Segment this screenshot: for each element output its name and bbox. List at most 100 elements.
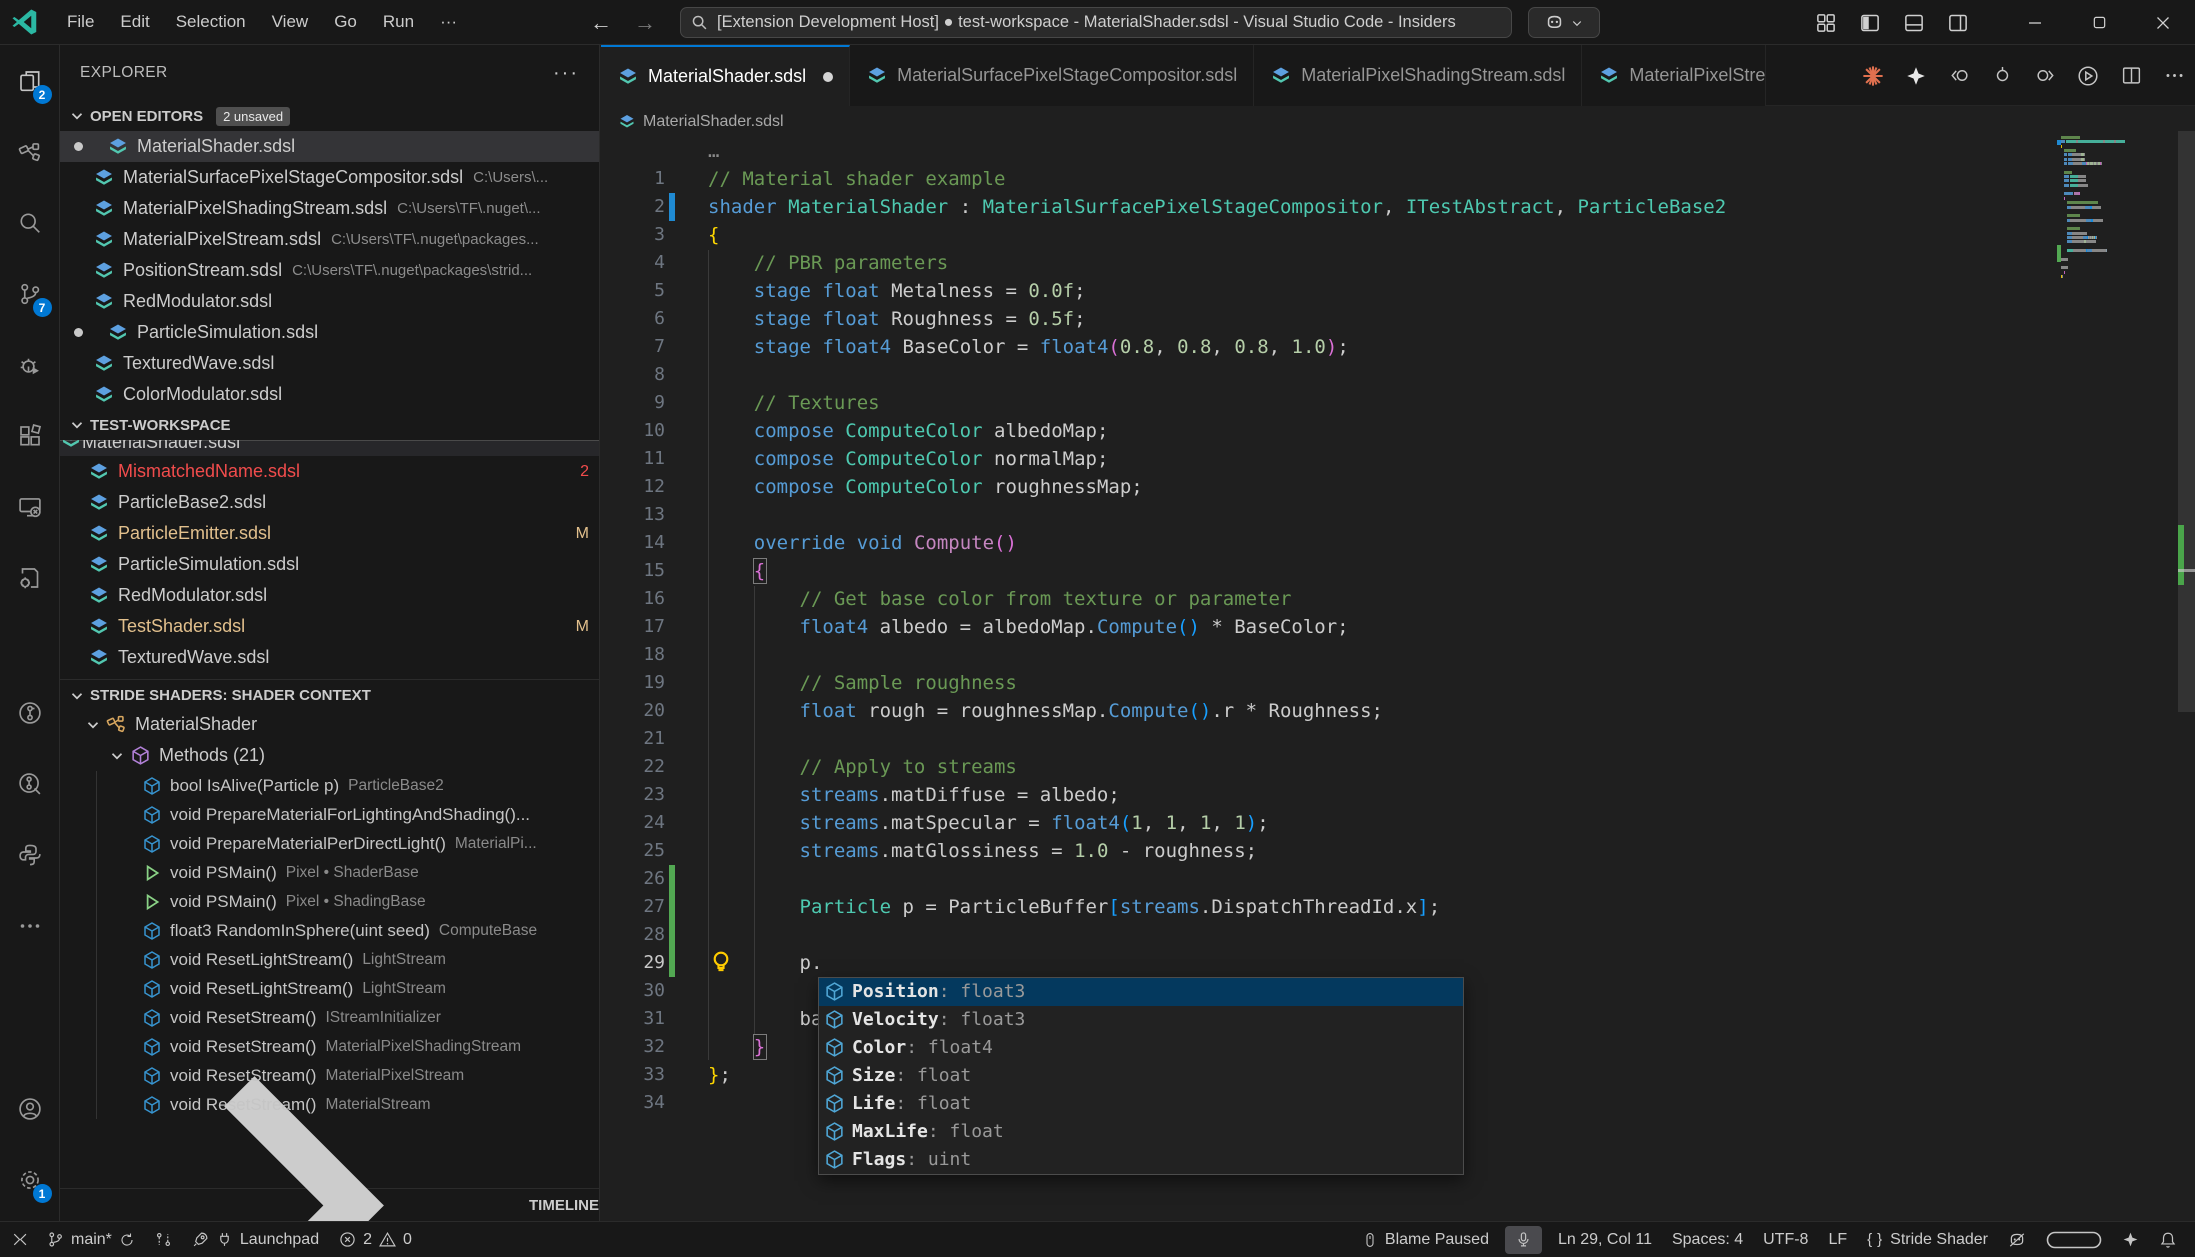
- activity-item-extensions[interactable]: [0, 400, 60, 471]
- open-editor-item[interactable]: TexturedWave.sdsl: [60, 348, 599, 379]
- workspace-file-item[interactable]: ParticleSimulation.sdsl: [60, 549, 599, 580]
- code-line[interactable]: 10 compose ComputeColor albedoMap;: [601, 417, 2195, 445]
- activity-item-remote-explorer[interactable]: [0, 471, 60, 542]
- toggle-secondary-sidebar-icon[interactable]: [1941, 6, 1975, 40]
- menu-file[interactable]: File: [54, 6, 107, 38]
- copilot-menu-button[interactable]: [1528, 7, 1600, 38]
- activity-item-shader-graph[interactable]: [0, 116, 60, 187]
- activity-item-explorer[interactable]: 2: [0, 45, 60, 116]
- activity-item-project-tools[interactable]: [0, 542, 60, 613]
- status-blame[interactable]: Blame Paused: [1352, 1222, 1499, 1257]
- split-editor-icon[interactable]: [2120, 65, 2142, 87]
- open-editors-header[interactable]: OPEN EDITORS 2 unsaved: [60, 101, 599, 131]
- toggle-sidebar-icon[interactable]: [1853, 6, 1887, 40]
- open-editor-item[interactable]: MaterialPixelStream.sdslC:\Users\TF\.nug…: [60, 224, 599, 255]
- workspace-file-item[interactable]: MismatchedName.sdsl2: [60, 456, 599, 487]
- activity-item-settings[interactable]: 1: [0, 1144, 60, 1215]
- code-line[interactable]: 15 {: [601, 557, 2195, 585]
- workspace-partial-row[interactable]: MaterialShader.sdsl: [60, 440, 599, 456]
- sparkle-diamond-icon[interactable]: [1905, 65, 1927, 87]
- method-item[interactable]: void PSMain()Pixel • ShaderBase: [60, 858, 599, 887]
- status-microphone[interactable]: [1505, 1226, 1542, 1254]
- toggle-panel-icon[interactable]: [1897, 6, 1931, 40]
- workspace-file-item[interactable]: TexturedWave.sdsl: [60, 642, 599, 673]
- nav-back-circle-icon[interactable]: [1948, 65, 1970, 87]
- lightbulb-icon[interactable]: [709, 950, 733, 974]
- code-line[interactable]: 26: [601, 865, 2195, 893]
- completion-item[interactable]: MaxLife: float: [819, 1118, 1463, 1146]
- completion-item[interactable]: Life: float: [819, 1090, 1463, 1118]
- workspace-file-item[interactable]: TestShader.sdslM: [60, 611, 599, 642]
- code-line[interactable]: 8: [601, 361, 2195, 389]
- code-line[interactable]: 27 Particle p = ParticleBuffer[streams.D…: [601, 893, 2195, 921]
- run-circle-icon[interactable]: [2077, 65, 2099, 87]
- minimize-button[interactable]: [2003, 0, 2067, 45]
- completion-item[interactable]: Color: float4: [819, 1034, 1463, 1062]
- method-item[interactable]: void PSMain()Pixel • ShadingBase: [60, 887, 599, 916]
- completion-item[interactable]: Size: float: [819, 1062, 1463, 1090]
- code-line[interactable]: 4 // PBR parameters: [601, 249, 2195, 277]
- views-more-actions-icon[interactable]: ···: [553, 62, 579, 85]
- activity-item-stride-explorer[interactable]: [0, 677, 60, 748]
- workspace-file-item[interactable]: ParticleEmitter.sdslM: [60, 518, 599, 549]
- activity-item-account[interactable]: [0, 1073, 60, 1144]
- menu-run[interactable]: Run: [370, 6, 427, 38]
- activity-item-run-debug[interactable]: [0, 329, 60, 400]
- customize-layout-icon[interactable]: [1809, 6, 1843, 40]
- status-encoding[interactable]: UTF-8: [1753, 1222, 1818, 1257]
- status-indentation[interactable]: Spaces: 4: [1662, 1222, 1753, 1257]
- nav-forward-arrow[interactable]: →: [634, 10, 656, 36]
- menu-go[interactable]: Go: [321, 6, 370, 38]
- method-item[interactable]: void ResetStream()MaterialPixelStream: [60, 1061, 599, 1090]
- code-line[interactable]: 18: [601, 641, 2195, 669]
- methods-group-node[interactable]: Methods (21): [60, 740, 599, 771]
- code-line[interactable]: 13: [601, 501, 2195, 529]
- status-sparkle[interactable]: [2112, 1222, 2149, 1257]
- code-line[interactable]: 20 float rough = roughnessMap.Compute().…: [601, 697, 2195, 725]
- method-item[interactable]: bool IsAlive(Particle p)ParticleBase2: [60, 771, 599, 800]
- claude-starburst-icon[interactable]: [1862, 65, 1884, 87]
- maximize-button[interactable]: [2067, 0, 2131, 45]
- completion-item[interactable]: Velocity: float3: [819, 1006, 1463, 1034]
- code-line[interactable]: 3{: [601, 221, 2195, 249]
- method-item[interactable]: void ResetLightStream()LightStream: [60, 974, 599, 1003]
- open-editor-item[interactable]: PositionStream.sdslC:\Users\TF\.nuget\pa…: [60, 255, 599, 286]
- method-item[interactable]: void ResetStream()IStreamInitializer: [60, 1003, 599, 1032]
- open-editor-item[interactable]: ColorModulator.sdsl: [60, 379, 599, 410]
- activity-item-search[interactable]: [0, 187, 60, 258]
- activity-item-python[interactable]: [0, 819, 60, 890]
- code-line[interactable]: 7 stage float4 BaseColor = float4(0.8, 0…: [601, 333, 2195, 361]
- close-button[interactable]: [2131, 0, 2195, 45]
- command-center-search[interactable]: [Extension Development Host] ● test-work…: [680, 7, 1512, 38]
- code-line[interactable]: 12 compose ComputeColor roughnessMap;: [601, 473, 2195, 501]
- status-launchpad[interactable]: Launchpad: [182, 1222, 329, 1257]
- menu-[interactable]: ···: [427, 6, 470, 38]
- method-item[interactable]: void ResetStream()MaterialPixelShadingSt…: [60, 1032, 599, 1061]
- code-editor[interactable]: …1// Material shader example2shader Mate…: [601, 138, 2195, 1221]
- method-item[interactable]: float3 RandomInSphere(uint seed)ComputeB…: [60, 916, 599, 945]
- activity-item-more-views[interactable]: [0, 890, 60, 961]
- status-eol[interactable]: LF: [1818, 1222, 1857, 1257]
- nav-circle-icon[interactable]: [1991, 65, 2013, 87]
- code-line[interactable]: 25 streams.matGlossiness = 1.0 - roughne…: [601, 837, 2195, 865]
- status-usage-pill[interactable]: [2036, 1222, 2112, 1257]
- method-item[interactable]: void PrepareMaterialForLightingAndShadin…: [60, 800, 599, 829]
- stride-root-node[interactable]: MaterialShader: [60, 709, 599, 740]
- code-line[interactable]: 6 stage float Roughness = 0.5f;: [601, 305, 2195, 333]
- more-actions-icon[interactable]: [2163, 65, 2185, 87]
- method-item[interactable]: void ResetLightStream()LightStream: [60, 945, 599, 974]
- code-line[interactable]: 17 float4 albedo = albedoMap.Compute() *…: [601, 613, 2195, 641]
- menu-selection[interactable]: Selection: [163, 6, 259, 38]
- workspace-file-item[interactable]: ParticleBase2.sdsl: [60, 487, 599, 518]
- status-compare-changes[interactable]: [145, 1222, 182, 1257]
- code-line[interactable]: 11 compose ComputeColor normalMap;: [601, 445, 2195, 473]
- code-line[interactable]: 19 // Sample roughness: [601, 669, 2195, 697]
- status-notifications[interactable]: [2149, 1222, 2187, 1257]
- open-editor-item[interactable]: MaterialPixelShadingStream.sdslC:\Users\…: [60, 193, 599, 224]
- code-line[interactable]: 28: [601, 921, 2195, 949]
- menu-edit[interactable]: Edit: [107, 6, 162, 38]
- editor-tab[interactable]: MaterialPixelStre: [1582, 45, 1766, 106]
- nav-back-arrow[interactable]: ←: [590, 10, 612, 36]
- status-remote-indicator[interactable]: [0, 1222, 37, 1257]
- open-editor-item[interactable]: RedModulator.sdsl: [60, 286, 599, 317]
